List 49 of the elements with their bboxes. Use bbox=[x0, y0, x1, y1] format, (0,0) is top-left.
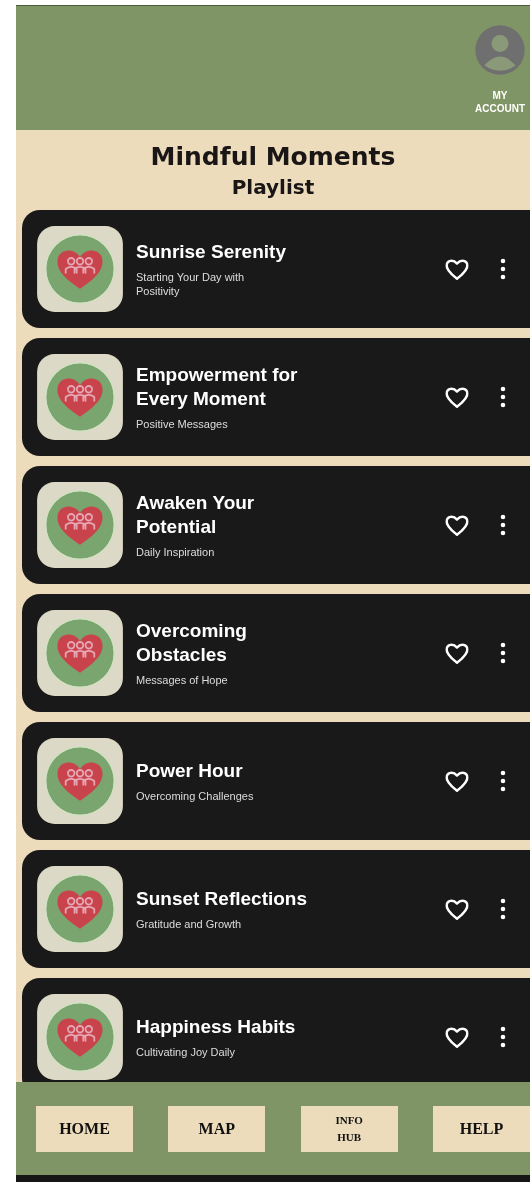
more-icon[interactable] bbox=[500, 386, 506, 408]
nav-button[interactable]: MAP bbox=[168, 1105, 266, 1152]
avatar-icon bbox=[474, 24, 526, 76]
track-card[interactable]: Empowerment for Every Moment Positive Messages bbox=[22, 338, 530, 456]
more-icon[interactable] bbox=[500, 898, 506, 920]
heart-logo-icon bbox=[36, 353, 124, 441]
page-title: Mindful Moments bbox=[150, 141, 396, 171]
more-icon[interactable] bbox=[500, 1026, 506, 1048]
nav-button[interactable]: HELP bbox=[433, 1105, 530, 1152]
track-subtitle: Messages of Hope bbox=[136, 673, 229, 687]
nav-button[interactable]: HOME bbox=[36, 1105, 133, 1152]
track-subtitle: Overcoming Challenges bbox=[136, 789, 255, 803]
heart-icon[interactable] bbox=[444, 1025, 470, 1049]
more-icon[interactable] bbox=[500, 770, 506, 792]
heart-logo-icon bbox=[36, 609, 124, 697]
nav-button[interactable]: INFO HUB bbox=[300, 1105, 398, 1152]
heart-icon[interactable] bbox=[444, 897, 470, 921]
track-title: Sunset Reflections bbox=[136, 887, 309, 911]
more-icon[interactable] bbox=[500, 642, 506, 664]
track-card[interactable]: Awaken Your Potential Daily Inspiration bbox=[22, 466, 530, 584]
track-card[interactable]: Happiness Habits Cultivating Joy Daily bbox=[22, 978, 530, 1082]
page-subtitle: Playlist bbox=[231, 174, 315, 199]
more-icon[interactable] bbox=[500, 514, 506, 536]
track-title: Sunrise Serenity bbox=[136, 240, 287, 264]
track-subtitle: Cultivating Joy Daily bbox=[136, 1045, 237, 1059]
track-subtitle: Positive Messages bbox=[136, 417, 229, 431]
heart-icon[interactable] bbox=[444, 257, 470, 281]
heart-icon[interactable] bbox=[444, 769, 470, 793]
track-title: Awaken Your Potential bbox=[136, 491, 256, 539]
track-subtitle: Gratitude and Growth bbox=[136, 917, 243, 931]
track-title: Empowerment for Every Moment bbox=[136, 363, 299, 411]
track-title: Power Hour bbox=[136, 759, 244, 783]
track-subtitle: Starting Your Day with Positivity bbox=[136, 270, 246, 298]
track-card[interactable]: Power Hour Overcoming Challenges bbox=[22, 722, 530, 840]
heart-icon[interactable] bbox=[444, 385, 470, 409]
more-icon[interactable] bbox=[500, 258, 506, 280]
track-title: Happiness Habits bbox=[136, 1015, 297, 1039]
track-card[interactable]: Sunrise Serenity Starting Your Day with Positivity bbox=[22, 210, 530, 328]
track-card[interactable]: Overcoming Obstacles Messages of Hope bbox=[22, 594, 530, 712]
heart-logo-icon bbox=[36, 993, 124, 1081]
heart-logo-icon bbox=[36, 737, 124, 825]
heart-icon[interactable] bbox=[444, 641, 470, 665]
track-subtitle: Daily Inspiration bbox=[136, 545, 216, 559]
track-title: Overcoming Obstacles bbox=[136, 619, 248, 667]
heart-logo-icon bbox=[36, 865, 124, 953]
heart-logo-icon bbox=[36, 481, 124, 569]
heart-logo-icon bbox=[36, 225, 124, 313]
heart-icon[interactable] bbox=[444, 513, 470, 537]
track-card[interactable]: Sunset Reflections Gratitude and Growth bbox=[22, 850, 530, 968]
